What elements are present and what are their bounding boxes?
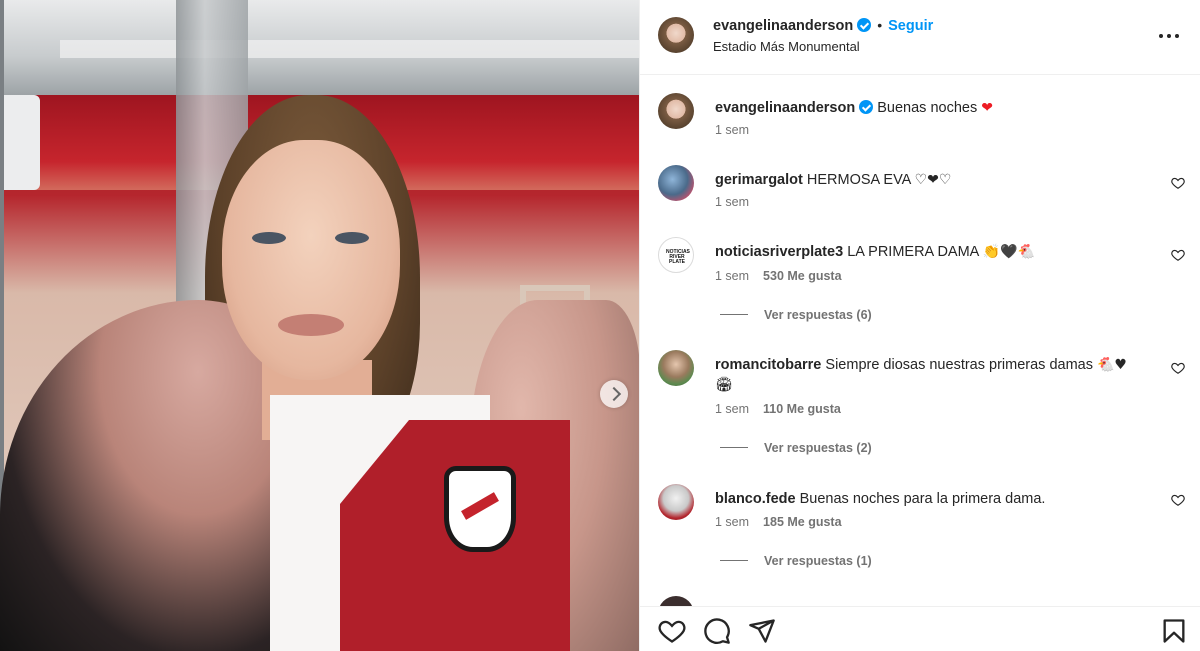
follow-button[interactable]: Seguir — [888, 18, 933, 34]
comment-text: Siempre diosas nuestras primeras damas — [825, 357, 1093, 373]
heart-icon[interactable] — [1171, 176, 1185, 190]
photo-ac-unit — [0, 95, 40, 190]
view-replies-label: Ver respuestas (6) — [764, 308, 872, 322]
comment-time[interactable]: 1 sem — [715, 269, 749, 283]
comment-text-row: noticiasriverplate3 LA PRIMERA DAMA 👏🖤🐔 — [715, 242, 1155, 262]
heart-icon[interactable] — [1171, 248, 1185, 262]
verified-badge-icon — [859, 100, 874, 114]
header-username[interactable]: evangelinaanderson — [713, 18, 853, 34]
avatar-logo-text: NOTICIAS RIVER PLATE — [666, 249, 690, 265]
action-bar — [640, 606, 1200, 651]
view-replies-label: Ver respuestas (2) — [764, 441, 872, 455]
more-horizontal-icon[interactable] — [1157, 28, 1181, 44]
comment-likes[interactable]: 185 Me gusta — [763, 515, 842, 529]
replies-divider — [720, 314, 748, 315]
comment-meta: 1 sem 185 Me gusta — [715, 515, 842, 529]
avatar[interactable] — [658, 350, 694, 386]
comment-username[interactable]: gerimargalot — [715, 172, 803, 188]
comment-emoji: 👏🖤🐔 — [982, 244, 1035, 260]
replies-divider — [720, 560, 748, 561]
comment-time[interactable]: 1 sem — [715, 195, 749, 209]
avatar[interactable] — [658, 165, 694, 201]
view-replies-button[interactable]: Ver respuestas (6) — [720, 308, 872, 322]
post-side-panel: evangelinaanderson • Seguir Estadio Más Mo… — [639, 0, 1200, 651]
carousel-next-icon[interactable] — [600, 380, 628, 408]
view-replies-label: Ver respuestas (1) — [764, 554, 872, 568]
caption-time[interactable]: 1 sem — [715, 123, 749, 137]
caption-text: Buenas noches — [877, 100, 978, 116]
caption-username[interactable]: evangelinaanderson — [715, 100, 855, 116]
photo-face — [222, 140, 400, 380]
avatar[interactable] — [658, 484, 694, 520]
comment-text: Buenas noches para la primera dama. — [799, 491, 1046, 507]
comment-username[interactable]: blanco.fede — [715, 491, 796, 507]
caption-text-row: evangelinaanderson Buenas noches ❤ — [715, 98, 1155, 118]
avatar[interactable]: NOTICIAS RIVER PLATE — [658, 237, 694, 273]
heart-icon[interactable] — [1171, 493, 1185, 507]
avatar[interactable] — [658, 17, 694, 53]
comment-meta: 1 sem 530 Me gusta — [715, 269, 842, 283]
share-icon[interactable] — [748, 617, 776, 645]
location-link[interactable]: Estadio Más Monumental — [713, 39, 860, 54]
comment-time[interactable]: 1 sem — [715, 402, 749, 416]
comment-likes[interactable]: 530 Me gusta — [763, 269, 842, 283]
separator-dot: • — [877, 17, 883, 33]
photo-beam — [60, 40, 639, 58]
photo-lips — [278, 314, 344, 336]
view-replies-button[interactable]: Ver respuestas (2) — [720, 441, 872, 455]
photo-eye-left — [252, 232, 286, 244]
comment-emoji: 🐔♥ — [1097, 357, 1127, 373]
post-photo[interactable] — [0, 0, 639, 651]
comment-likes[interactable]: 110 Me gusta — [763, 402, 841, 416]
verified-badge-icon — [857, 18, 872, 32]
comment-text-row: blanco.fede Buenas noches para la primer… — [715, 489, 1155, 509]
red-heart-emoji: ❤ — [981, 100, 993, 116]
heart-icon[interactable] — [658, 617, 686, 645]
view-replies-button[interactable]: Ver respuestas (1) — [720, 554, 872, 568]
post-header: evangelinaanderson • Seguir Estadio Más Mo… — [640, 0, 1200, 75]
comment-icon[interactable] — [703, 617, 731, 645]
comment-time[interactable]: 1 sem — [715, 515, 749, 529]
comment-username[interactable]: romancitobarre — [715, 357, 821, 373]
comment-text: HERMOSA EVA — [806, 172, 911, 188]
comment-emoji-stadium: 🏟 — [715, 377, 733, 393]
comment-text: LA PRIMERA DAMA — [847, 244, 979, 260]
comment-text-row: gerimargalot HERMOSA EVA ♡❤♡ — [715, 170, 1155, 190]
photo-eye-right — [335, 232, 369, 244]
replies-divider — [720, 447, 748, 448]
comment-username[interactable]: noticiasriverplate3 — [715, 244, 843, 260]
heart-icon[interactable] — [1171, 361, 1185, 375]
comment-meta: 1 sem 110 Me gusta — [715, 402, 841, 416]
photo-club-crest — [444, 466, 516, 552]
comment-text-row: romancitobarre Siempre diosas nuestras p… — [715, 355, 1155, 395]
bookmark-icon[interactable] — [1160, 617, 1188, 645]
avatar[interactable] — [658, 93, 694, 129]
comment-emoji: ♡❤♡ — [914, 172, 952, 188]
header-user-row: evangelinaanderson • Seguir — [713, 17, 933, 35]
